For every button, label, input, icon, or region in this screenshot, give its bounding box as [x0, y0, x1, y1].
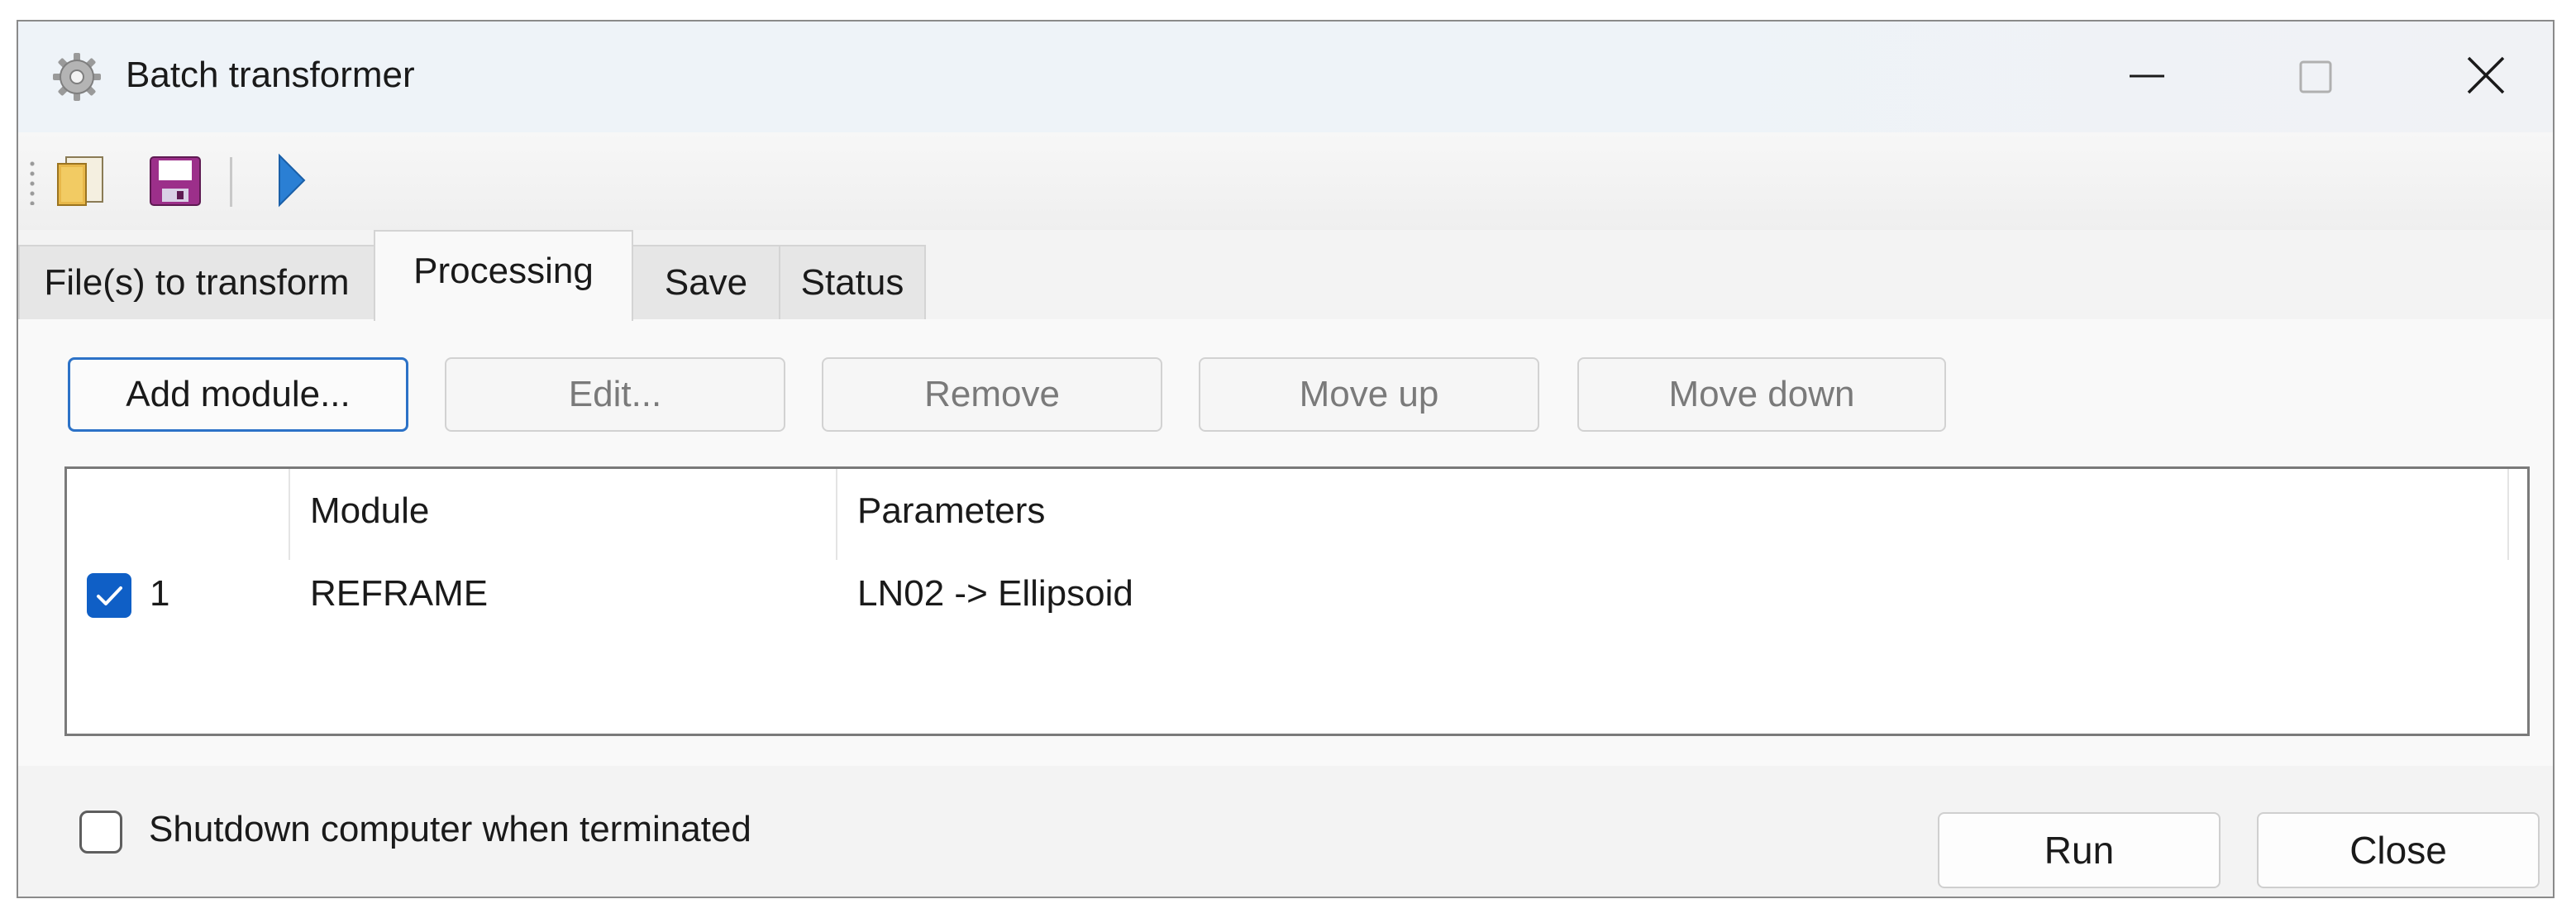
toolbar: [18, 132, 2553, 230]
minimize-icon: [2130, 74, 2164, 78]
minimize-button[interactable]: [2101, 33, 2192, 121]
window-title: Batch transformer: [126, 55, 415, 95]
edit-button[interactable]: Edit...: [445, 357, 785, 432]
modules-list[interactable]: Module Parameters 1 REFRAME LN02 -> Elli…: [64, 466, 2530, 736]
toolbar-separator: [230, 157, 232, 207]
shutdown-label[interactable]: Shutdown computer when terminated: [149, 809, 751, 850]
maximize-button[interactable]: [2270, 33, 2361, 121]
close-window-button[interactable]: [2440, 33, 2531, 121]
batch-transformer-window: Batch transformer File(s) to transform P…: [17, 20, 2555, 898]
remove-button[interactable]: Remove: [822, 357, 1162, 432]
processing-panel: Add module... Edit... Remove Move up Mov…: [18, 319, 2553, 766]
checkmark-icon: [97, 586, 122, 605]
move-up-button[interactable]: Move up: [1199, 357, 1539, 432]
maximize-icon: [2299, 60, 2332, 93]
open-folder-icon: [57, 156, 103, 206]
run-process-button[interactable]: Run: [1938, 812, 2221, 888]
open-files-button[interactable]: [51, 149, 114, 212]
tab-processing[interactable]: Processing: [374, 230, 633, 321]
tab-strip: File(s) to transform Processing Save Sta…: [18, 228, 2553, 321]
close-icon: [2467, 56, 2505, 94]
move-down-button[interactable]: Move down: [1577, 357, 1946, 432]
footer: Shutdown computer when terminated Run Cl…: [18, 766, 2553, 897]
run-button[interactable]: [265, 149, 327, 212]
column-header-parameters[interactable]: Parameters: [857, 490, 1045, 532]
column-separator[interactable]: [836, 469, 837, 560]
save-button[interactable]: [144, 149, 207, 212]
table-row[interactable]: 1 REFRAME LN02 -> Ellipsoid: [67, 565, 2527, 631]
column-separator[interactable]: [289, 469, 290, 560]
toolbar-grip[interactable]: [30, 159, 35, 205]
tab-status[interactable]: Status: [779, 245, 926, 319]
title-bar[interactable]: Batch transformer: [18, 22, 2553, 132]
tab-save[interactable]: Save: [632, 245, 780, 319]
column-header-module[interactable]: Module: [310, 490, 429, 532]
column-separator[interactable]: [2507, 469, 2509, 560]
close-button[interactable]: Close: [2257, 812, 2540, 888]
module-enabled-checkbox[interactable]: [87, 573, 131, 618]
module-index: 1: [150, 573, 170, 614]
shutdown-checkbox[interactable]: [79, 811, 122, 854]
tab-files-to-transform[interactable]: File(s) to transform: [18, 245, 375, 319]
gear-icon: [51, 51, 103, 103]
floppy-disk-icon: [150, 156, 201, 206]
add-module-button[interactable]: Add module...: [68, 357, 408, 432]
module-name: REFRAME: [310, 573, 489, 614]
play-icon: [279, 153, 306, 208]
module-parameters: LN02 -> Ellipsoid: [857, 573, 1133, 614]
